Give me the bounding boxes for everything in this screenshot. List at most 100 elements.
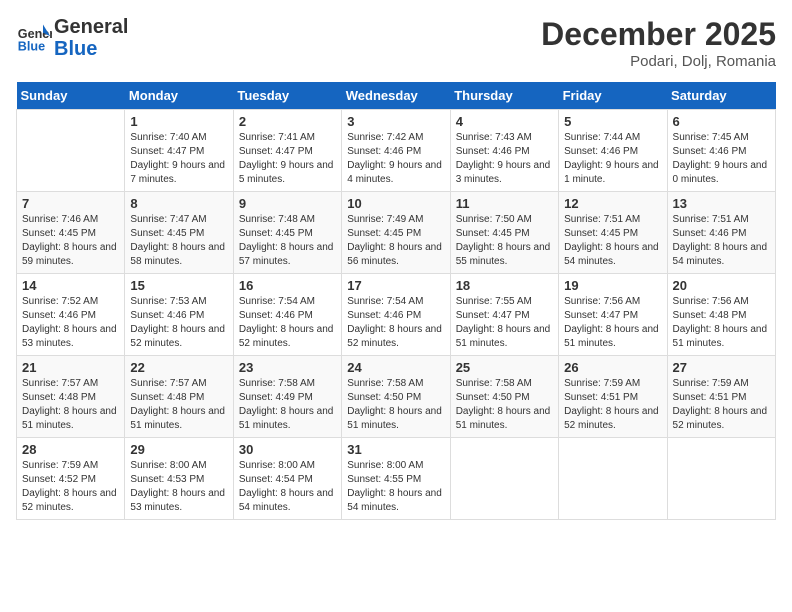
calendar-cell: 22 Sunrise: 7:57 AMSunset: 4:48 PMDaylig… [125,356,233,438]
calendar-cell: 4 Sunrise: 7:43 AMSunset: 4:46 PMDayligh… [450,110,558,192]
calendar-cell [17,110,125,192]
day-info: Sunrise: 7:50 AMSunset: 4:45 PMDaylight:… [456,214,551,267]
calendar-cell: 20 Sunrise: 7:56 AMSunset: 4:48 PMDaylig… [667,274,775,356]
calendar-cell: 23 Sunrise: 7:58 AMSunset: 4:49 PMDaylig… [233,356,341,438]
day-number: 30 [239,442,336,457]
day-number: 10 [347,196,444,211]
day-number: 26 [564,360,661,375]
day-number: 3 [347,114,444,129]
day-number: 4 [456,114,553,129]
weekday-header: Tuesday [233,82,341,110]
weekday-header: Friday [559,82,667,110]
calendar-cell: 17 Sunrise: 7:54 AMSunset: 4:46 PMDaylig… [342,274,450,356]
day-info: Sunrise: 8:00 AMSunset: 4:55 PMDaylight:… [347,460,442,513]
day-info: Sunrise: 7:51 AMSunset: 4:46 PMDaylight:… [673,214,768,267]
calendar-cell: 2 Sunrise: 7:41 AMSunset: 4:47 PMDayligh… [233,110,341,192]
calendar-week-row: 21 Sunrise: 7:57 AMSunset: 4:48 PMDaylig… [17,356,776,438]
weekday-header: Thursday [450,82,558,110]
logo: General Blue General Blue [16,16,128,60]
day-info: Sunrise: 7:57 AMSunset: 4:48 PMDaylight:… [22,378,117,431]
day-number: 6 [673,114,770,129]
day-info: Sunrise: 7:49 AMSunset: 4:45 PMDaylight:… [347,214,442,267]
day-info: Sunrise: 7:40 AMSunset: 4:47 PMDaylight:… [130,132,225,185]
calendar-cell [450,438,558,520]
day-info: Sunrise: 7:42 AMSunset: 4:46 PMDaylight:… [347,132,442,185]
calendar-cell: 19 Sunrise: 7:56 AMSunset: 4:47 PMDaylig… [559,274,667,356]
calendar-cell: 29 Sunrise: 8:00 AMSunset: 4:53 PMDaylig… [125,438,233,520]
day-number: 28 [22,442,119,457]
calendar-cell: 14 Sunrise: 7:52 AMSunset: 4:46 PMDaylig… [17,274,125,356]
calendar-cell [559,438,667,520]
day-info: Sunrise: 7:58 AMSunset: 4:50 PMDaylight:… [456,378,551,431]
calendar-cell: 7 Sunrise: 7:46 AMSunset: 4:45 PMDayligh… [17,192,125,274]
day-info: Sunrise: 7:59 AMSunset: 4:52 PMDaylight:… [22,460,117,513]
weekday-header-row: SundayMondayTuesdayWednesdayThursdayFrid… [17,82,776,110]
calendar-cell: 30 Sunrise: 8:00 AMSunset: 4:54 PMDaylig… [233,438,341,520]
calendar-cell: 18 Sunrise: 7:55 AMSunset: 4:47 PMDaylig… [450,274,558,356]
day-info: Sunrise: 7:45 AMSunset: 4:46 PMDaylight:… [673,132,768,185]
day-info: Sunrise: 7:54 AMSunset: 4:46 PMDaylight:… [239,296,334,349]
day-info: Sunrise: 7:59 AMSunset: 4:51 PMDaylight:… [673,378,768,431]
calendar-cell: 11 Sunrise: 7:50 AMSunset: 4:45 PMDaylig… [450,192,558,274]
day-number: 8 [130,196,227,211]
weekday-header: Wednesday [342,82,450,110]
day-info: Sunrise: 7:53 AMSunset: 4:46 PMDaylight:… [130,296,225,349]
calendar-cell: 26 Sunrise: 7:59 AMSunset: 4:51 PMDaylig… [559,356,667,438]
calendar-cell: 1 Sunrise: 7:40 AMSunset: 4:47 PMDayligh… [125,110,233,192]
day-info: Sunrise: 7:56 AMSunset: 4:48 PMDaylight:… [673,296,768,349]
day-info: Sunrise: 7:58 AMSunset: 4:50 PMDaylight:… [347,378,442,431]
calendar-cell: 8 Sunrise: 7:47 AMSunset: 4:45 PMDayligh… [125,192,233,274]
logo-blue: Blue [54,38,128,60]
day-number: 16 [239,278,336,293]
day-info: Sunrise: 7:43 AMSunset: 4:46 PMDaylight:… [456,132,551,185]
calendar-week-row: 28 Sunrise: 7:59 AMSunset: 4:52 PMDaylig… [17,438,776,520]
day-number: 20 [673,278,770,293]
calendar-cell: 28 Sunrise: 7:59 AMSunset: 4:52 PMDaylig… [17,438,125,520]
logo-icon: General Blue [16,20,52,56]
day-number: 25 [456,360,553,375]
month-title: December 2025 [541,16,776,53]
logo-general: General [54,16,128,38]
day-number: 7 [22,196,119,211]
calendar-cell: 16 Sunrise: 7:54 AMSunset: 4:46 PMDaylig… [233,274,341,356]
day-info: Sunrise: 7:47 AMSunset: 4:45 PMDaylight:… [130,214,225,267]
page-header: General Blue General Blue December 2025 … [16,16,776,70]
day-info: Sunrise: 7:44 AMSunset: 4:46 PMDaylight:… [564,132,659,185]
day-info: Sunrise: 7:57 AMSunset: 4:48 PMDaylight:… [130,378,225,431]
day-number: 11 [456,196,553,211]
day-number: 13 [673,196,770,211]
calendar-cell: 15 Sunrise: 7:53 AMSunset: 4:46 PMDaylig… [125,274,233,356]
day-info: Sunrise: 7:55 AMSunset: 4:47 PMDaylight:… [456,296,551,349]
weekday-header: Monday [125,82,233,110]
day-info: Sunrise: 8:00 AMSunset: 4:54 PMDaylight:… [239,460,334,513]
calendar-cell: 13 Sunrise: 7:51 AMSunset: 4:46 PMDaylig… [667,192,775,274]
day-number: 12 [564,196,661,211]
day-info: Sunrise: 7:46 AMSunset: 4:45 PMDaylight:… [22,214,117,267]
calendar-cell: 10 Sunrise: 7:49 AMSunset: 4:45 PMDaylig… [342,192,450,274]
day-number: 15 [130,278,227,293]
day-number: 23 [239,360,336,375]
day-number: 21 [22,360,119,375]
day-info: Sunrise: 7:48 AMSunset: 4:45 PMDaylight:… [239,214,334,267]
day-info: Sunrise: 7:41 AMSunset: 4:47 PMDaylight:… [239,132,334,185]
calendar-cell: 25 Sunrise: 7:58 AMSunset: 4:50 PMDaylig… [450,356,558,438]
day-number: 22 [130,360,227,375]
calendar-cell: 9 Sunrise: 7:48 AMSunset: 4:45 PMDayligh… [233,192,341,274]
weekday-header: Sunday [17,82,125,110]
day-info: Sunrise: 7:58 AMSunset: 4:49 PMDaylight:… [239,378,334,431]
day-number: 31 [347,442,444,457]
svg-text:Blue: Blue [18,40,45,54]
title-block: December 2025 Podari, Dolj, Romania [541,16,776,70]
day-number: 9 [239,196,336,211]
day-info: Sunrise: 7:54 AMSunset: 4:46 PMDaylight:… [347,296,442,349]
day-number: 2 [239,114,336,129]
calendar-cell [667,438,775,520]
calendar-week-row: 7 Sunrise: 7:46 AMSunset: 4:45 PMDayligh… [17,192,776,274]
day-info: Sunrise: 8:00 AMSunset: 4:53 PMDaylight:… [130,460,225,513]
calendar-cell: 31 Sunrise: 8:00 AMSunset: 4:55 PMDaylig… [342,438,450,520]
weekday-header: Saturday [667,82,775,110]
day-number: 17 [347,278,444,293]
day-number: 27 [673,360,770,375]
calendar-week-row: 14 Sunrise: 7:52 AMSunset: 4:46 PMDaylig… [17,274,776,356]
day-info: Sunrise: 7:59 AMSunset: 4:51 PMDaylight:… [564,378,659,431]
